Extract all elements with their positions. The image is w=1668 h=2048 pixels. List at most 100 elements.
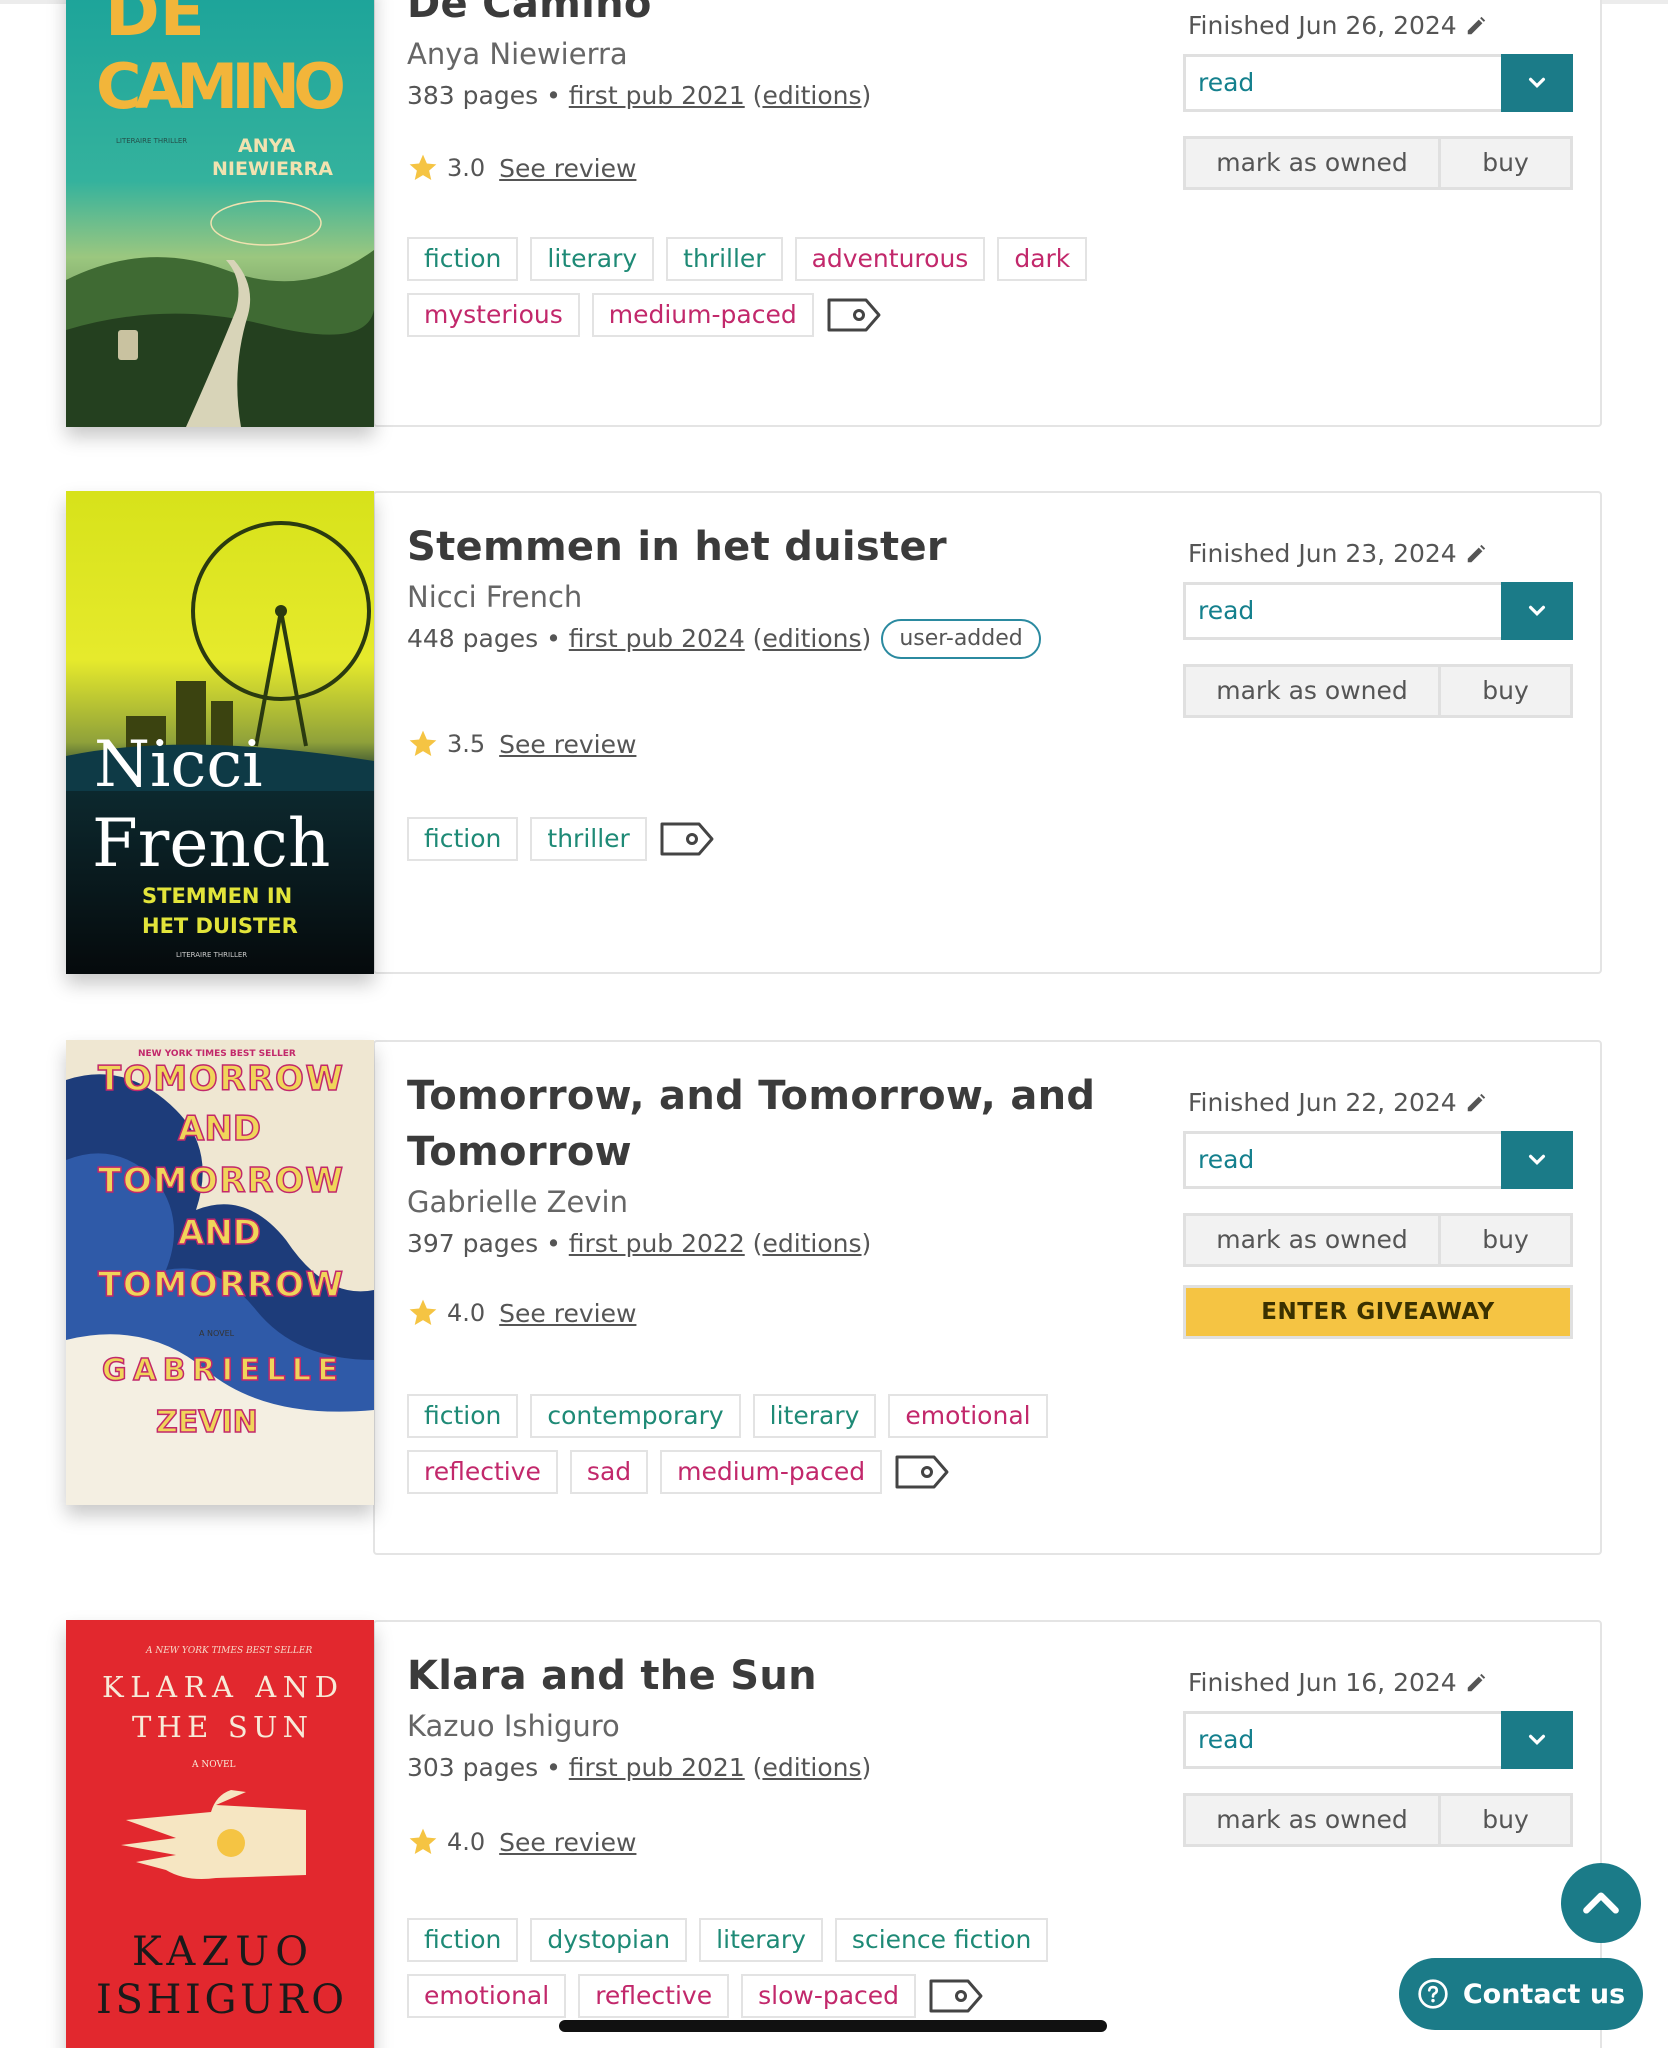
cover-author-line1: ANYA xyxy=(238,135,296,157)
book-title[interactable]: Tomorrow, and Tomorrow, and Tomorrow xyxy=(407,1068,1187,1180)
enter-giveaway-button[interactable]: ENTER GIVEAWAY xyxy=(1183,1285,1573,1339)
dropdown-button[interactable] xyxy=(1501,54,1573,112)
tag-literary[interactable]: literary xyxy=(530,237,655,281)
book-title-line1: Tomorrow, and Tomorrow, and xyxy=(407,1073,1096,1119)
shelf-controls: Finished Jun 26, 2024 read mark as owned… xyxy=(1183,8,1573,190)
tag-list: fiction dystopian literary science ficti… xyxy=(407,1918,1167,2030)
star-icon xyxy=(409,1299,437,1325)
mark-as-owned-button[interactable]: mark as owned xyxy=(1186,667,1441,715)
tag-medium-paced[interactable]: medium-paced xyxy=(591,293,814,337)
buy-button[interactable]: buy xyxy=(1441,139,1570,187)
dropdown-button[interactable] xyxy=(1501,1711,1573,1769)
tag-fiction[interactable]: fiction xyxy=(407,237,519,281)
mark-as-owned-button[interactable]: mark as owned xyxy=(1186,139,1441,187)
see-review-link[interactable]: See review xyxy=(499,1299,636,1328)
see-review-link[interactable]: See review xyxy=(499,154,636,183)
shelf-select[interactable]: read xyxy=(1183,1131,1573,1189)
editions-link[interactable]: editions xyxy=(762,617,861,661)
pencil-icon[interactable] xyxy=(1465,15,1487,37)
mark-as-owned-button[interactable]: mark as owned xyxy=(1186,1216,1441,1264)
tag-emotional[interactable]: emotional xyxy=(407,1974,567,2018)
finished-date[interactable]: Finished Jun 26, 2024 xyxy=(1188,8,1573,44)
tag-fiction[interactable]: fiction xyxy=(407,1918,519,1962)
finished-date[interactable]: Finished Jun 22, 2024 xyxy=(1188,1085,1573,1121)
editions-link[interactable]: editions xyxy=(762,1746,861,1790)
tag-dystopian[interactable]: dystopian xyxy=(530,1918,688,1962)
tag-medium-paced[interactable]: medium-paced xyxy=(660,1450,883,1494)
tag-adventurous[interactable]: adventurous xyxy=(794,237,986,281)
editions-link[interactable]: editions xyxy=(762,74,861,118)
mark-as-owned-button[interactable]: mark as owned xyxy=(1186,1796,1441,1844)
book-info: Tomorrow, and Tomorrow, and Tomorrow Gab… xyxy=(407,1068,1187,1266)
tag-thriller[interactable]: thriller xyxy=(530,817,647,861)
chevron-down-icon xyxy=(1528,77,1546,89)
chevron-down-icon xyxy=(1528,1154,1546,1166)
book-author[interactable]: Gabrielle Zevin xyxy=(407,1182,1187,1222)
tag-sad[interactable]: sad xyxy=(569,1450,649,1494)
pencil-icon[interactable] xyxy=(1465,543,1487,565)
finished-date[interactable]: Finished Jun 23, 2024 xyxy=(1188,536,1573,572)
paren-open: ( xyxy=(744,1753,763,1782)
cover-author-line1: Nicci xyxy=(94,728,263,802)
book-info: De Camino Anya Niewierra 383 pages • fir… xyxy=(407,0,1187,118)
tag-icon[interactable] xyxy=(826,295,882,335)
shelf-controls: Finished Jun 22, 2024 read mark as owned… xyxy=(1183,1085,1573,1339)
shelf-select[interactable]: read xyxy=(1183,582,1573,640)
tag-fiction[interactable]: fiction xyxy=(407,817,519,861)
tag-slow-paced[interactable]: slow-paced xyxy=(741,1974,917,2018)
pencil-icon[interactable] xyxy=(1465,1672,1487,1694)
book-cover[interactable]: . DE CAMINO LITERAIRE THRILLER ANYA NIEW… xyxy=(66,0,374,427)
book-cover[interactable]: Nicci French STEMMEN IN HET DUISTER LITE… xyxy=(66,491,374,974)
book-cover[interactable]: A NEW YORK TIMES BEST SELLER KLARA AND T… xyxy=(66,1620,374,2048)
first-pub-link[interactable]: first pub 2024 xyxy=(569,617,745,661)
rating-value: 3.5 xyxy=(447,730,486,758)
tag-reflective[interactable]: reflective xyxy=(407,1450,558,1494)
owned-buy-row: mark as owned buy xyxy=(1183,136,1573,190)
buy-button[interactable]: buy xyxy=(1441,1796,1570,1844)
shelf-select[interactable]: read xyxy=(1183,54,1573,112)
buy-button[interactable]: buy xyxy=(1441,667,1570,715)
cover-title-word: TOMORROW xyxy=(98,1161,343,1201)
tag-mysterious[interactable]: mysterious xyxy=(407,293,580,337)
dropdown-button[interactable] xyxy=(1501,1131,1573,1189)
book-meta: 397 pages • first pub 2022 (editions) xyxy=(407,1222,1187,1266)
first-pub-link[interactable]: first pub 2022 xyxy=(569,1222,745,1266)
finished-date[interactable]: Finished Jun 16, 2024 xyxy=(1188,1665,1573,1701)
first-pub-link[interactable]: first pub 2021 xyxy=(569,1746,745,1790)
cover-genre: LITERAIRE THRILLER xyxy=(176,951,247,959)
buy-button[interactable]: buy xyxy=(1441,1216,1570,1264)
shelf-select[interactable]: read xyxy=(1183,1711,1573,1769)
book-author[interactable]: Nicci French xyxy=(407,577,1187,617)
see-review-link[interactable]: See review xyxy=(499,730,636,759)
first-pub-link[interactable]: first pub 2021 xyxy=(569,74,745,118)
book-cover[interactable]: TOMORROW AND TOMORROW AND TOMORROW GABRI… xyxy=(66,1040,374,1505)
tag-icon[interactable] xyxy=(928,1976,984,2016)
tag-thriller[interactable]: thriller xyxy=(666,237,783,281)
rating-value: 3.0 xyxy=(447,154,486,182)
contact-us-button[interactable]: Contact us xyxy=(1399,1958,1643,2030)
book-author[interactable]: Anya Niewierra xyxy=(407,34,1187,74)
scroll-to-top-button[interactable] xyxy=(1561,1863,1641,1943)
see-review-link[interactable]: See review xyxy=(499,1828,636,1857)
book-title[interactable]: De Camino xyxy=(407,0,1187,32)
tag-literary[interactable]: literary xyxy=(752,1394,877,1438)
book-title[interactable]: Stemmen in het duister xyxy=(407,519,1187,575)
tag-emotional[interactable]: emotional xyxy=(888,1394,1048,1438)
tag-icon[interactable] xyxy=(659,819,715,859)
meta-separator: • xyxy=(538,624,569,653)
editions-link[interactable]: editions xyxy=(762,1222,861,1266)
tag-icon[interactable] xyxy=(894,1452,950,1492)
pencil-icon[interactable] xyxy=(1465,1092,1487,1114)
cover-title-line1: KLARA AND xyxy=(102,1670,338,1704)
book-title[interactable]: Klara and the Sun xyxy=(407,1648,1187,1704)
tag-reflective[interactable]: reflective xyxy=(578,1974,730,2018)
tag-literary[interactable]: literary xyxy=(699,1918,823,1962)
book-author[interactable]: Kazuo Ishiguro xyxy=(407,1706,1187,1746)
rating: 3.5 See review xyxy=(407,728,636,760)
tag-dark[interactable]: dark xyxy=(997,237,1088,281)
dropdown-button[interactable] xyxy=(1501,582,1573,640)
finished-text: Finished Jun 26, 2024 xyxy=(1188,11,1457,40)
tag-fiction[interactable]: fiction xyxy=(407,1394,519,1438)
tag-contemporary[interactable]: contemporary xyxy=(530,1394,741,1438)
tag-science-fiction[interactable]: science fiction xyxy=(834,1918,1049,1962)
